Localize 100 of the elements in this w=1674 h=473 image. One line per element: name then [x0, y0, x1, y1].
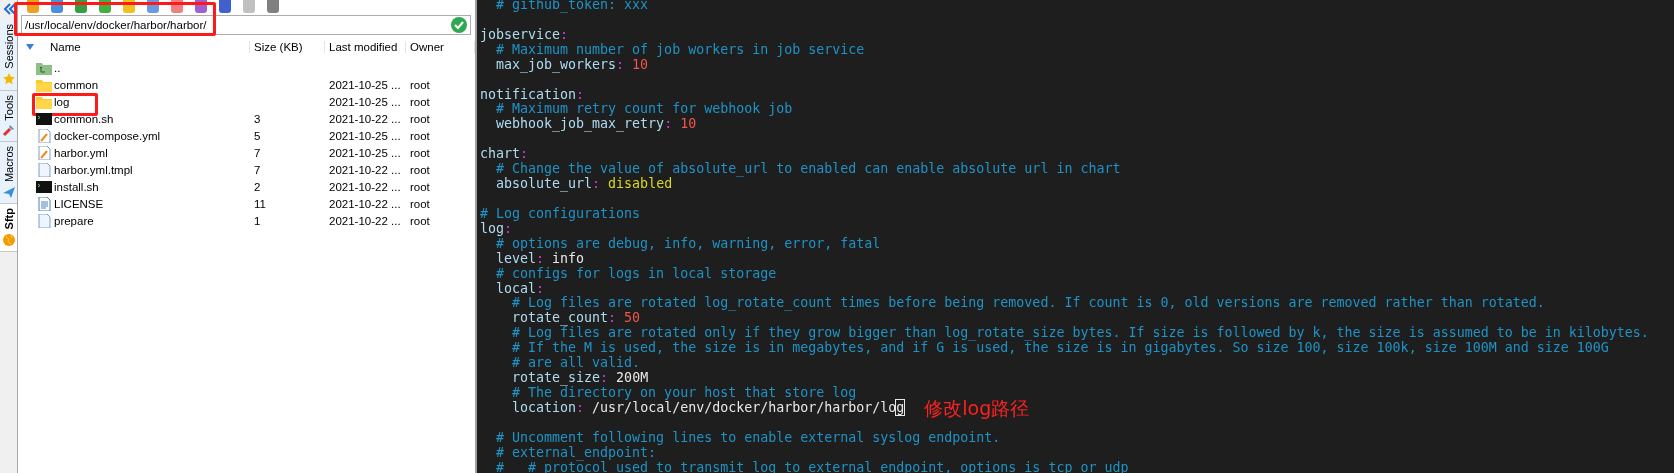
- toolbar-icon[interactable]: [266, 0, 280, 13]
- file-name[interactable]: log: [54, 95, 70, 108]
- column-header[interactable]: Last modified: [325, 41, 406, 53]
- colon: :: [536, 251, 545, 267]
- config-value: info: [552, 251, 585, 267]
- sidebar-tab[interactable]: Sftp: [0, 204, 17, 252]
- folder-icon: [36, 94, 52, 109]
- config-key: absolute_url: [480, 177, 593, 192]
- toolbar-icon[interactable]: [218, 0, 232, 13]
- config-value: disabled: [607, 177, 673, 192]
- file-name[interactable]: harbor.yml: [54, 146, 108, 159]
- config-key: chart: [480, 147, 521, 163]
- colon: :: [616, 57, 625, 73]
- file-icon: [36, 213, 52, 228]
- file-owner: root: [410, 95, 430, 108]
- modified-date: 2021-10-22 ...: [329, 163, 401, 176]
- globe-icon: [1, 232, 16, 247]
- colon: :: [504, 221, 513, 237]
- code-comment: # external_endpoint:: [495, 445, 657, 461]
- file-owner: root: [410, 214, 430, 227]
- file-owner: root: [410, 180, 430, 193]
- code-comment: # If the M is used, the size is in megabytes, and if G is used, the size is in gigabytes. So size 100, size 100k, size 100M and size 100G: [511, 341, 1609, 356]
- sidebar-tab[interactable]: Sessions: [0, 20, 17, 91]
- config-key: jobservice: [480, 27, 561, 43]
- edit-file-icon: [36, 128, 52, 143]
- path-field[interactable]: /usr/local/env/docker/harbor/harbor/: [21, 15, 471, 35]
- modified-date: 2021-10-25 ...: [329, 129, 401, 142]
- file-size: 7: [254, 163, 261, 176]
- config-value: 50: [623, 311, 641, 327]
- folder-icon: [36, 77, 52, 92]
- file-name[interactable]: install.sh: [54, 180, 99, 193]
- colon: :: [536, 281, 545, 297]
- code-comment: # Log files are rotated only if they grow bigger than log_rotate_size bytes. If size is followed by k, the size is assumed to be in kilobytes.: [511, 326, 1649, 342]
- file-size: 1: [254, 214, 261, 227]
- config-value: 10: [631, 57, 649, 73]
- modified-date: 2021-10-25 ...: [329, 78, 401, 91]
- config-key: notification: [480, 87, 577, 103]
- file-size: 7: [254, 146, 261, 159]
- config-value: 10: [679, 117, 697, 133]
- code-comment: # Change the value of absolute_url to enabled can enable absolute url in chart: [495, 162, 1121, 178]
- edit-file-icon: [36, 145, 52, 160]
- file-size: 2: [254, 180, 261, 193]
- config-key: max_job_workers: [480, 57, 617, 73]
- colon: :: [576, 87, 585, 103]
- column-header[interactable]: Owner: [406, 41, 475, 53]
- code-comment: # Maximum number of job workers in job service: [496, 42, 865, 58]
- file-owner: root: [410, 78, 430, 91]
- column-header[interactable]: Size (KB): [250, 41, 325, 53]
- colon: :: [576, 400, 585, 416]
- file-name[interactable]: ..: [54, 61, 61, 74]
- file-name[interactable]: LICENSE: [54, 197, 104, 210]
- config-value: 200M: [616, 371, 649, 386]
- config-key: local: [480, 281, 537, 297]
- code-comment: # Log configurations: [480, 206, 641, 222]
- code-comment: # options are debug, info, warning, error, fatal: [496, 236, 881, 252]
- modified-date: 2021-10-22 ...: [329, 197, 401, 210]
- file-size: 11: [254, 197, 266, 210]
- star-icon: [1, 71, 16, 86]
- file-owner: root: [410, 146, 430, 159]
- config-key: log: [480, 221, 505, 237]
- terminal-icon: [36, 179, 52, 194]
- modified-date: 2021-10-22 ...: [329, 112, 401, 125]
- colon: :: [520, 147, 529, 162]
- file-size: 5: [254, 129, 261, 142]
- colon: :: [560, 27, 569, 43]
- file-size: 3: [254, 112, 261, 125]
- file-owner: root: [410, 129, 430, 142]
- config-value: /usr/local/env/docker/harbor/harbor/log: [592, 400, 905, 416]
- config-key: rotate_size: [480, 371, 601, 386]
- file-owner: root: [410, 163, 430, 176]
- document-icon: [36, 196, 52, 211]
- file-name[interactable]: common.sh: [54, 112, 114, 125]
- code-comment: # Uncomment following lines to enable external syslog endpoint.: [495, 430, 1001, 446]
- code-comment: # Log files are rotated log_rotate_count times before being removed. If count is 0, old versions are removed rather than rotated.: [511, 296, 1545, 312]
- colon: :: [664, 117, 673, 133]
- file-owner: root: [410, 112, 430, 125]
- colon: :: [608, 311, 617, 327]
- file-name[interactable]: common: [54, 78, 99, 91]
- config-key: location: [480, 400, 577, 416]
- config-key: webhook_job_max_retry: [480, 117, 665, 133]
- config-key: level: [480, 251, 537, 267]
- file-name[interactable]: prepare: [54, 214, 94, 227]
- code-comment: # configs for logs in local storage: [495, 266, 777, 282]
- sidebar-tab[interactable]: Macros: [0, 142, 17, 205]
- file-icon: [36, 162, 52, 177]
- tools-icon: [1, 123, 16, 138]
- colon: :: [592, 177, 601, 192]
- modified-date: 2021-10-25 ...: [329, 95, 401, 108]
- file-name[interactable]: harbor.yml.tmpl: [54, 163, 133, 176]
- code-comment: # are all valid.: [511, 356, 641, 371]
- modified-date: 2021-10-25 ...: [329, 146, 401, 159]
- paper-plane-icon: [1, 185, 16, 200]
- sort-arrow-icon[interactable]: [26, 44, 34, 50]
- parent-folder-icon: [36, 60, 52, 75]
- sidebar-tab[interactable]: Tools: [0, 90, 17, 143]
- check-icon[interactable]: [451, 17, 467, 33]
- file-owner: root: [410, 197, 430, 210]
- file-name[interactable]: docker-compose.yml: [54, 129, 161, 142]
- modified-date: 2021-10-22 ...: [329, 180, 401, 193]
- column-header[interactable]: Name: [50, 41, 81, 53]
